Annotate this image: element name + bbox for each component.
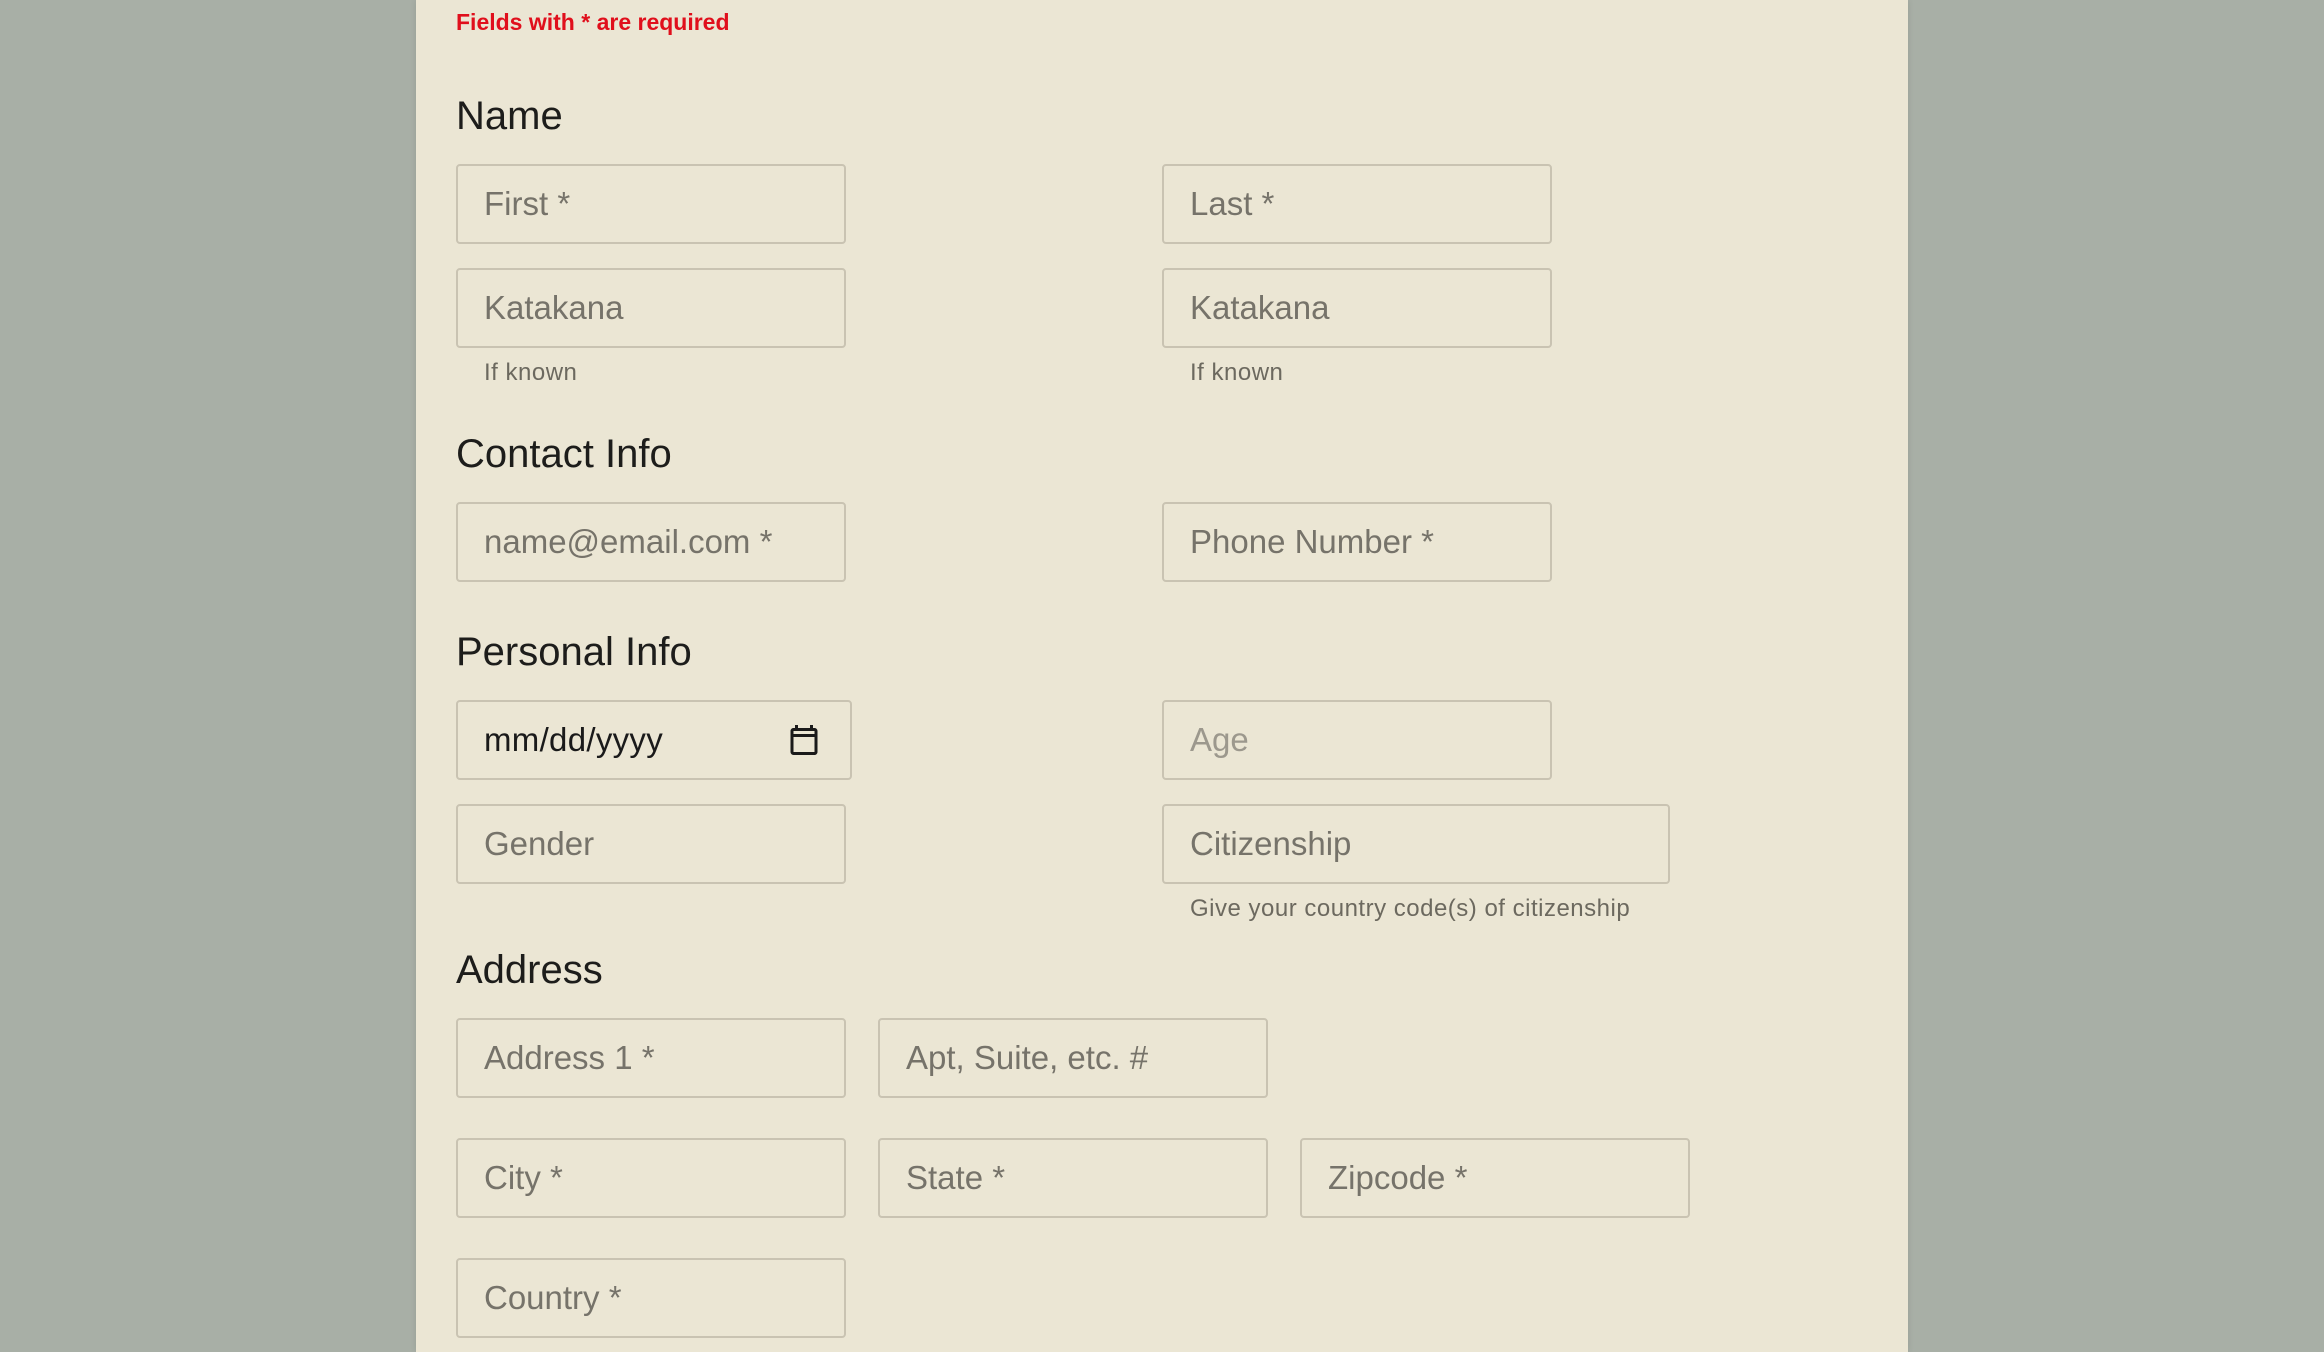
date-of-birth-input[interactable]: mm/dd/yyyy [456,700,852,780]
first-katakana-helper: If known [484,359,578,386]
city-input[interactable] [456,1138,846,1218]
phone-number-input[interactable] [1162,502,1552,582]
last-katakana-helper: If known [1190,359,1284,386]
country-input[interactable] [456,1258,846,1338]
section-title-personal: Personal Info [456,630,692,674]
zipcode-input[interactable] [1300,1138,1690,1218]
age-input[interactable] [1162,700,1552,780]
first-name-input[interactable] [456,164,846,244]
state-input[interactable] [878,1138,1268,1218]
address-line-1-input[interactable] [456,1018,846,1098]
section-title-name: Name [456,94,563,138]
first-name-katakana-input[interactable] [456,268,846,348]
apt-suite-input[interactable] [878,1018,1268,1098]
gender-input[interactable] [456,804,846,884]
last-name-katakana-input[interactable] [1162,268,1552,348]
last-name-input[interactable] [1162,164,1552,244]
email-input[interactable] [456,502,846,582]
date-of-birth-value: mm/dd/yyyy [484,721,664,758]
citizenship-helper: Give your country code(s) of citizenship [1190,895,1631,922]
section-title-contact: Contact Info [456,432,672,476]
section-title-address: Address [456,948,603,992]
form-panel: Fields with * are required Name If known… [416,0,1908,1352]
required-fields-note: Fields with * are required [456,9,730,35]
calendar-icon[interactable] [786,722,822,758]
citizenship-input[interactable] [1162,804,1670,884]
